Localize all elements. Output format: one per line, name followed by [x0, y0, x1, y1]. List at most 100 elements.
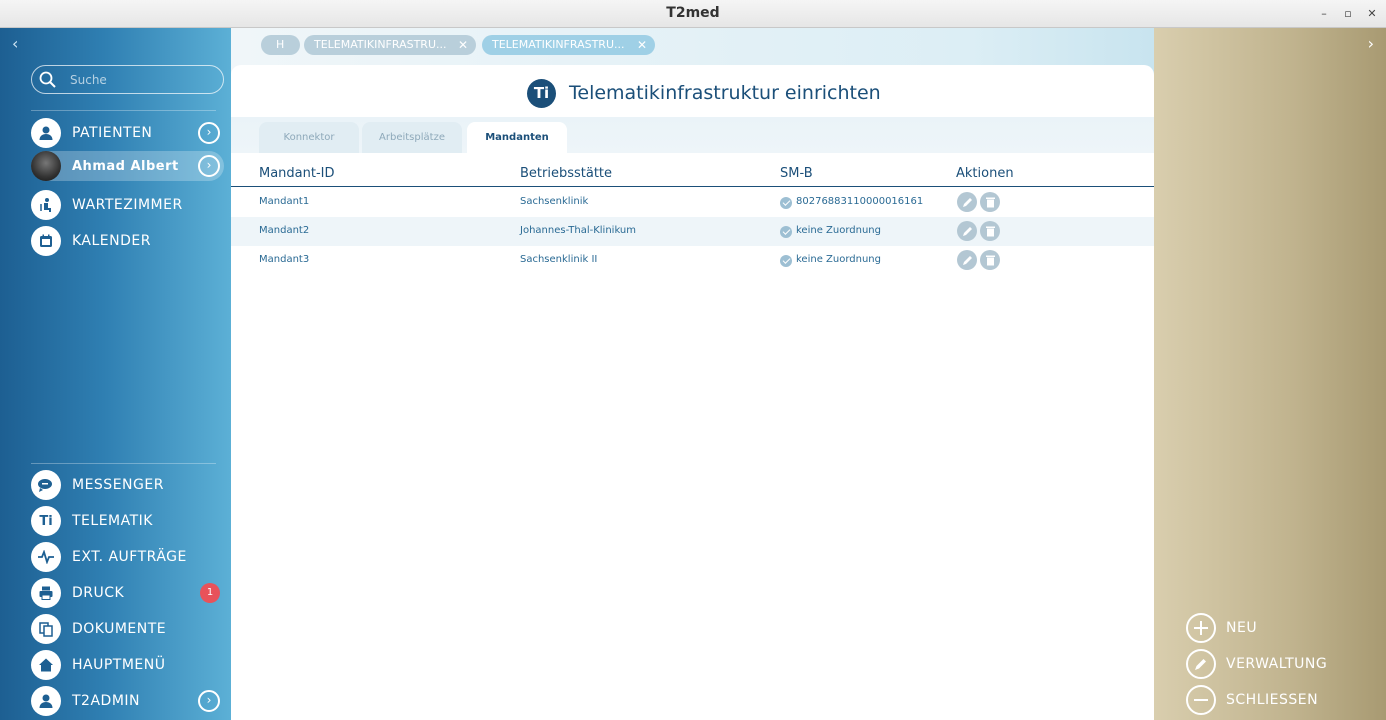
person-icon [31, 118, 61, 148]
tab-label: TELEMATIKINFRASTRU... [314, 38, 447, 51]
documents-icon [31, 614, 61, 644]
tab-mandanten[interactable]: Mandanten [467, 122, 567, 153]
pulse-icon [31, 542, 61, 572]
delete-button[interactable] [980, 250, 1000, 270]
chat-icon [31, 470, 61, 500]
chevron-right-icon[interactable]: › [198, 155, 220, 177]
cell-mandant-id: Mandant1 [259, 196, 310, 207]
sidebar-item-label: KALENDER [72, 233, 151, 249]
tab-arbeitsplaetze[interactable]: Arbeitsplätze [362, 122, 462, 153]
tab-home[interactable]: H [261, 35, 300, 55]
sidebar-item-label: T2ADMIN [72, 693, 140, 709]
main-content: H TELEMATIKINFRASTRU... ✕ TELEMATIKINFRA… [231, 28, 1154, 720]
collapse-sidebar-icon[interactable]: ‹ [12, 34, 18, 53]
ti-icon: Ti [527, 79, 556, 108]
sidebar-item-label: PATIENTEN [72, 125, 153, 141]
chevron-right-icon[interactable]: › [198, 690, 220, 712]
sidebar-item-current-patient[interactable]: Ahmad Albert › [31, 151, 224, 181]
cell-mandant-id: Mandant2 [259, 225, 310, 236]
table-header: Mandant-ID Betriebsstätte SM-B Aktionen [231, 153, 1154, 187]
tab-strip: Konnektor Arbeitsplätze Mandanten [231, 117, 1154, 153]
tab-label: H [276, 38, 285, 51]
search-icon [39, 71, 56, 88]
trash-icon [985, 255, 995, 266]
check-icon [780, 226, 792, 238]
chevron-right-icon[interactable]: › [198, 122, 220, 144]
home-icon [31, 650, 61, 680]
close-window-button[interactable]: ✕ [1362, 4, 1382, 24]
sidebar-item-label: Ahmad Albert [72, 159, 179, 174]
schliessen-button[interactable]: SCHLIESSEN [1186, 685, 1376, 715]
action-label: SCHLIESSEN [1226, 692, 1319, 708]
action-panel: › NEU VERWALTUNG SCHLIESSEN [1154, 28, 1386, 720]
table-row[interactable]: Mandant3 Sachsenklinik II keine Zuordnun… [231, 246, 1154, 275]
pencil-icon [1186, 649, 1216, 679]
sidebar-item-ext-auftraege[interactable]: EXT. AUFTRÄGE [31, 542, 224, 572]
cell-betriebsstaette: Johannes-Thal-Klinikum [520, 225, 637, 236]
check-icon [780, 255, 792, 267]
plus-icon [1186, 613, 1216, 643]
pencil-icon [962, 197, 972, 207]
check-icon [780, 197, 792, 209]
page-title: Telematikinfrastruktur einrichten [569, 82, 881, 104]
notification-badge: 1 [200, 583, 220, 603]
trash-icon [985, 197, 995, 208]
close-icon[interactable]: ✕ [637, 35, 647, 55]
delete-button[interactable] [980, 221, 1000, 241]
sidebar-item-dokumente[interactable]: DOKUMENTE [31, 614, 224, 644]
tab-telematik-1[interactable]: TELEMATIKINFRASTRU... ✕ [304, 35, 476, 55]
column-header-betriebsstaette: Betriebsstätte [520, 166, 613, 181]
sidebar-item-patienten[interactable]: PATIENTEN › [31, 118, 224, 148]
sidebar-item-label: HAUPTMENÜ [72, 657, 166, 673]
edit-button[interactable] [957, 221, 977, 241]
waiting-room-icon [31, 190, 61, 220]
sidebar: ‹ Suche PATIENTEN › Ahmad Albert › WARTE… [0, 28, 231, 720]
search-input[interactable]: Suche [31, 65, 224, 94]
expand-panel-icon[interactable]: › [1368, 34, 1374, 53]
maximize-button[interactable]: ▫ [1338, 4, 1358, 24]
window-titlebar: T2med – ▫ ✕ [0, 0, 1386, 28]
pencil-icon [962, 255, 972, 265]
cell-smb: keine Zuordnung [796, 254, 881, 265]
edit-button[interactable] [957, 250, 977, 270]
table-row[interactable]: Mandant2 Johannes-Thal-Klinikum keine Zu… [231, 217, 1154, 246]
tab-telematik-2[interactable]: TELEMATIKINFRASTRU... ✕ [482, 35, 655, 55]
sidebar-item-label: EXT. AUFTRÄGE [72, 549, 187, 565]
pencil-icon [962, 226, 972, 236]
sidebar-item-label: DRUCK [72, 585, 125, 601]
tab-konnektor[interactable]: Konnektor [259, 122, 359, 153]
sidebar-item-kalender[interactable]: KALENDER [31, 226, 224, 256]
sidebar-item-wartezimmer[interactable]: WARTEZIMMER [31, 190, 224, 220]
table-row[interactable]: Mandant1 Sachsenklinik 80276883110000016… [231, 188, 1154, 217]
admin-icon [31, 686, 61, 716]
window-title: T2med [666, 5, 720, 21]
delete-button[interactable] [980, 192, 1000, 212]
column-header-mandant-id: Mandant-ID [259, 166, 335, 181]
sidebar-item-label: WARTEZIMMER [72, 197, 183, 213]
sidebar-divider [31, 463, 216, 464]
sidebar-item-messenger[interactable]: MESSENGER [31, 470, 224, 500]
cell-smb: keine Zuordnung [796, 225, 881, 236]
sidebar-item-druck[interactable]: DRUCK 1 [31, 578, 224, 608]
edit-button[interactable] [957, 192, 977, 212]
sidebar-item-hauptmenue[interactable]: HAUPTMENÜ [31, 650, 224, 680]
minimize-button[interactable]: – [1314, 4, 1334, 24]
cell-betriebsstaette: Sachsenklinik [520, 196, 589, 207]
trash-icon [985, 226, 995, 237]
close-icon[interactable]: ✕ [458, 35, 468, 55]
sidebar-item-label: TELEMATIK [72, 513, 153, 529]
column-header-smb: SM-B [780, 166, 813, 181]
neu-button[interactable]: NEU [1186, 613, 1376, 643]
sidebar-item-t2admin[interactable]: T2ADMIN › [31, 686, 224, 716]
cell-betriebsstaette: Sachsenklinik II [520, 254, 598, 265]
ti-icon: Ti [31, 506, 61, 536]
cell-smb: 80276883110000016161 [796, 196, 924, 207]
verwaltung-button[interactable]: VERWALTUNG [1186, 649, 1376, 679]
sidebar-item-telematik[interactable]: Ti TELEMATIK [31, 506, 224, 536]
avatar [31, 151, 61, 181]
content-card: Ti Telematikinfrastruktur einrichten Kon… [231, 65, 1154, 720]
sidebar-item-label: DOKUMENTE [72, 621, 167, 637]
action-label: VERWALTUNG [1226, 656, 1328, 672]
action-label: NEU [1226, 620, 1258, 636]
sidebar-item-label: MESSENGER [72, 477, 164, 493]
